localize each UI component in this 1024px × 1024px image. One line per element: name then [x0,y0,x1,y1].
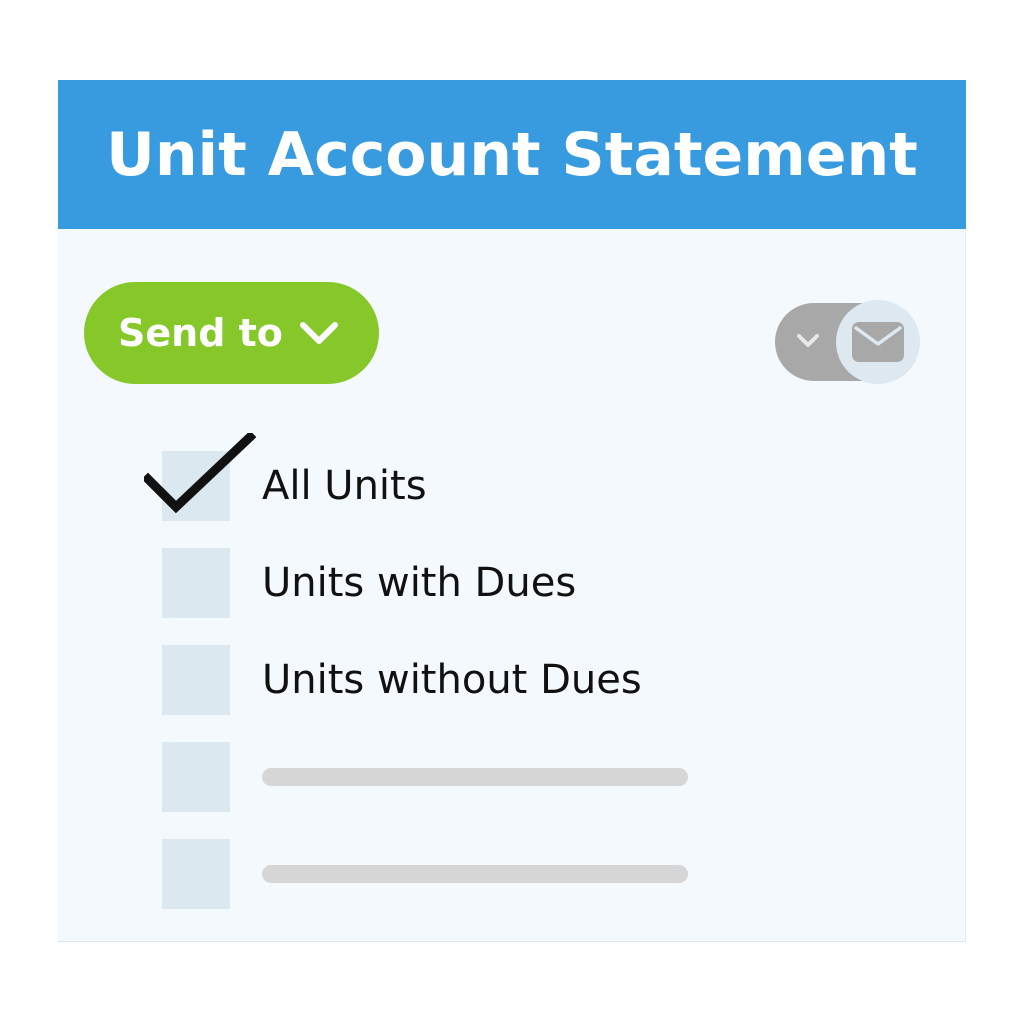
send-to-dropdown-button[interactable]: Send to [84,282,379,384]
placeholder-text-bar [262,865,688,883]
toggle-knob [836,300,920,384]
send-to-label: Send to [118,311,283,355]
chevron-down-icon [797,334,819,347]
option-all-units[interactable]: All Units [162,451,427,521]
account-statement-card: Unit Account Statement Send to All Units… [58,80,966,942]
checkbox-units-without-dues[interactable] [162,645,230,715]
placeholder-text-bar [262,768,688,786]
checkbox-placeholder-1[interactable] [162,742,230,812]
checkbox-placeholder-2[interactable] [162,839,230,909]
option-units-without-dues[interactable]: Units without Dues [162,645,642,715]
page-title: Unit Account Statement [106,119,918,190]
email-toggle-switch[interactable] [775,300,921,384]
envelope-icon [852,322,904,362]
checkbox-all-units[interactable] [162,451,230,521]
option-placeholder-1[interactable] [162,742,688,812]
chevron-down-icon [299,322,338,344]
option-placeholder-2[interactable] [162,839,688,909]
option-label: Units without Dues [262,657,642,703]
option-label: All Units [262,463,427,509]
option-units-with-dues[interactable]: Units with Dues [162,548,576,618]
option-label: Units with Dues [262,560,577,606]
header-bar: Unit Account Statement [58,80,966,229]
checkbox-units-with-dues[interactable] [162,548,230,618]
